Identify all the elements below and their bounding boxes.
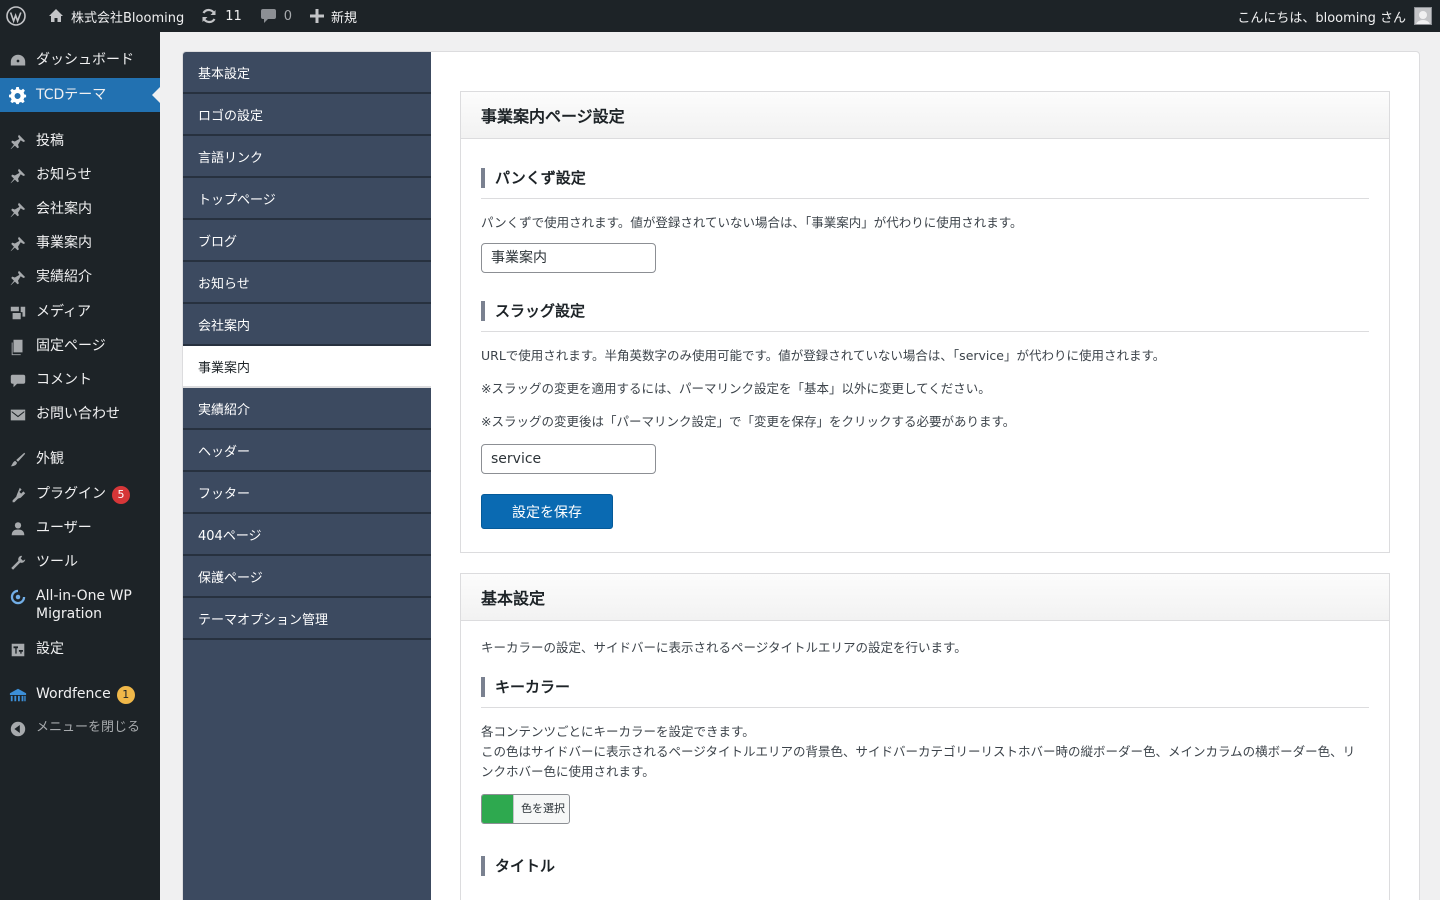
menu-contact[interactable]: お問い合わせ (0, 405, 160, 424)
tab-works[interactable]: 実績紹介 (183, 388, 431, 430)
menu-all-in-one-migration[interactable]: All-in-One WP Migration (0, 587, 160, 623)
wordpress-logo-icon[interactable] (0, 0, 34, 32)
menu-company[interactable]: 会社案内 (0, 200, 160, 219)
tab-header[interactable]: ヘッダー (183, 430, 431, 472)
tab-language-link[interactable]: 言語リンク (183, 136, 431, 178)
updates-icon (202, 8, 216, 24)
keycolor-section-title: キーカラー (481, 677, 1369, 697)
tab-news[interactable]: お知らせ (183, 262, 431, 304)
tab-blog[interactable]: ブログ (183, 220, 431, 262)
plugin-icon (0, 485, 36, 504)
panel-title: 基本設定 (461, 574, 1389, 621)
divider (481, 331, 1369, 332)
menu-news[interactable]: お知らせ (0, 166, 160, 185)
brush-icon (0, 450, 36, 469)
color-swatch (482, 795, 513, 823)
menu-settings[interactable]: 設定 (0, 640, 160, 659)
title-section-title: タイトル (481, 856, 1369, 876)
plus-icon (310, 9, 325, 23)
slug-desc: URLで使用されます。半角英数字のみ使用可能です。値が登録されていない場合は、「… (481, 348, 1166, 363)
site-name-link[interactable]: 株式会社Blooming (34, 0, 192, 32)
pin-icon (0, 166, 36, 185)
menu-users[interactable]: ユーザー (0, 519, 160, 538)
admin-menu: ダッシュボード TCDテーマ 投稿 お知らせ 会社案内 事業案内 実績紹介 メデ… (0, 32, 160, 900)
tab-company[interactable]: 会社案内 (183, 304, 431, 346)
tab-404[interactable]: 404ページ (183, 514, 431, 556)
page-icon (0, 337, 36, 356)
basic-settings-desc: キーカラーの設定、サイドバーに表示されるページタイトルエリアの設定を行います。 (481, 640, 967, 655)
new-label: 新規 (331, 10, 358, 26)
slug-section-title: スラッグ設定 (481, 301, 1369, 321)
collapse-menu-button[interactable]: メニューを閉じる (0, 719, 160, 738)
comments-link[interactable]: 0 (250, 0, 300, 32)
menu-wordfence[interactable]: Wordfence 1 (0, 685, 160, 704)
comments-count: 0 (283, 8, 293, 24)
keycolor-usage-desc: この色はサイドバーに表示されるページタイトルエリアの背景色、サイドバーカテゴリー… (481, 744, 1356, 779)
pin-icon (0, 268, 36, 287)
menu-dashboard[interactable]: ダッシュボード (0, 51, 160, 70)
divider (481, 198, 1369, 199)
menu-media[interactable]: メディア (0, 303, 160, 322)
menu-comments[interactable]: コメント (0, 371, 160, 390)
tab-logo[interactable]: ロゴの設定 (183, 94, 431, 136)
basic-settings-panel: 基本設定 キーカラーの設定、サイドバーに表示されるページタイトルエリアの設定を行… (460, 573, 1390, 900)
gear-icon (0, 86, 36, 105)
menu-appearance[interactable]: 外観 (0, 450, 160, 469)
keycolor-picker-button[interactable]: 色を選択 (481, 794, 570, 824)
updates-count: 11 (225, 8, 242, 24)
settings-icon (0, 640, 36, 659)
breadcrumb-section-title: パンくず設定 (481, 168, 1369, 188)
save-settings-button[interactable]: 設定を保存 (481, 494, 613, 529)
pin-icon (0, 200, 36, 219)
tab-service[interactable]: 事業案内 (183, 346, 431, 388)
tab-protected-page[interactable]: 保護ページ (183, 556, 431, 598)
slug-note-1: ※スラッグの変更を適用するには、パーマリンク設定を「基本」以外に変更してください… (481, 381, 991, 396)
menu-tools[interactable]: ツール (0, 553, 160, 572)
greeting: こんにちは、blooming さん (1237, 10, 1406, 26)
new-content-link[interactable]: 新規 (300, 0, 365, 32)
menu-tcd-theme[interactable]: TCDテーマ (0, 78, 160, 112)
slug-note-2: ※スラッグの変更後は「パーマリンク設定」で「変更を保存」をクリックする必要があり… (481, 414, 1016, 429)
mail-icon (0, 405, 36, 424)
theme-options-wrap: 基本設定 ロゴの設定 言語リンク トップページ ブログ お知らせ 会社案内 事業… (182, 51, 1420, 900)
menu-plugins[interactable]: プラグイン 5 (0, 485, 160, 504)
theme-options-content: 事業案内ページ設定 パンくず設定 パンくずで使用されます。値が登録されていない場… (431, 52, 1419, 900)
comment-bubble-icon (260, 9, 276, 23)
divider (481, 707, 1369, 708)
menu-works[interactable]: 実績紹介 (0, 268, 160, 287)
slug-input[interactable]: service (481, 444, 656, 474)
tab-basic[interactable]: 基本設定 (183, 52, 431, 94)
my-account[interactable]: こんにちは、blooming さん (1237, 7, 1440, 26)
wordfence-icon (0, 685, 36, 704)
menu-pages[interactable]: 固定ページ (0, 337, 160, 356)
collapse-icon (0, 719, 36, 738)
tab-top-page[interactable]: トップページ (183, 178, 431, 220)
select-color-label: 色を選択 (513, 795, 565, 823)
media-icon (0, 303, 36, 322)
theme-options-nav: 基本設定 ロゴの設定 言語リンク トップページ ブログ お知らせ 会社案内 事業… (183, 52, 431, 900)
site-name: 株式会社Blooming (71, 10, 185, 26)
dashboard-icon (0, 51, 36, 70)
user-icon (0, 519, 36, 538)
panel-title: 事業案内ページ設定 (461, 92, 1389, 139)
tab-theme-option-manager[interactable]: テーマオプション管理 (183, 598, 431, 640)
pin-icon (0, 234, 36, 253)
menu-service[interactable]: 事業案内 (0, 234, 160, 253)
avatar (1414, 7, 1432, 25)
pin-icon (0, 132, 36, 151)
wrench-icon (0, 553, 36, 572)
home-icon (49, 9, 63, 22)
updates-link[interactable]: 11 (192, 0, 250, 32)
wordfence-badge: 1 (116, 686, 135, 704)
breadcrumb-input[interactable]: 事業案内 (481, 243, 656, 273)
migration-icon (0, 587, 36, 606)
service-settings-panel: 事業案内ページ設定 パンくず設定 パンくずで使用されます。値が登録されていない場… (460, 91, 1390, 553)
comment-icon (0, 371, 36, 390)
breadcrumb-desc: パンくずで使用されます。値が登録されていない場合は、「事業案内」が代わりに使用さ… (481, 215, 1023, 230)
keycolor-desc: 各コンテンツごとにキーカラーを設定できます。 (481, 724, 755, 739)
menu-posts[interactable]: 投稿 (0, 132, 160, 151)
admin-bar: 株式会社Blooming 11 0 新規 こんにちは、blooming さん (0, 0, 1440, 32)
plugin-update-badge: 5 (112, 486, 130, 504)
tab-footer[interactable]: フッター (183, 472, 431, 514)
